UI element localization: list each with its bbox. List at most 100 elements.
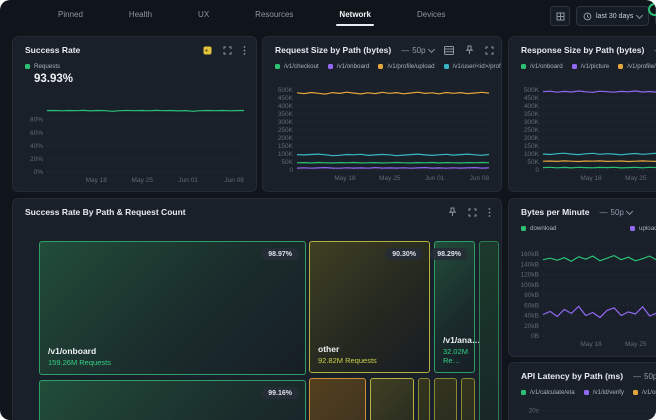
panel-api-latency: API Latency by Path (ms) — 50p /v1/calcu… [508,362,656,420]
treemap-cell[interactable]: 90.30%other92.82M Requests [309,241,430,373]
panel-title: Response Size by Path (bytes) [521,45,644,55]
tab-ux[interactable]: UX [198,0,209,30]
svg-text:350K: 350K [278,111,294,118]
svg-text:80kB: 80kB [524,292,539,299]
success-rate-badge: 98.97% [261,248,299,260]
time-range-label: last 30 days [596,13,633,20]
percentile-dropdown[interactable]: — 50p [600,208,632,217]
time-range-dropdown[interactable]: last 30 days [576,6,649,26]
table-icon[interactable] [444,46,454,55]
legend-label: /v1/picture [581,63,610,70]
chart-series [47,110,244,111]
kebab-menu-icon[interactable] [243,46,246,55]
chart-series [543,404,656,420]
svg-text:100kB: 100kB [521,282,539,289]
pin-icon[interactable] [465,45,474,55]
legend-item[interactable]: /v1/user/<id>/profile [444,63,501,70]
svg-text:450K: 450K [278,95,294,102]
treemap-cell[interactable] [461,378,475,420]
legend-item[interactable]: upload [630,225,656,232]
svg-text:60%: 60% [30,130,43,137]
legend-item[interactable]: /v1/id/verify [584,389,624,396]
chart-series [543,91,656,92]
legend-item[interactable]: /v1/checkout [275,63,319,70]
legend-item[interactable]: /v1/profile/upload [618,63,656,70]
legend-item[interactable]: Requests [25,63,60,70]
chart-series [297,163,489,164]
success-rate-chart: 0%20%40%60%80%May 18May 25Jun 01Jun 08 [17,99,252,185]
percentile-dash: — [401,46,409,55]
svg-text:May 18: May 18 [86,177,108,184]
svg-text:May 25: May 25 [379,175,401,182]
svg-text:60kB: 60kB [524,302,539,309]
treemap-cell[interactable] [434,378,457,420]
svg-text:20s: 20s [529,407,540,414]
chart-legend: download upload [509,217,656,232]
pin-icon[interactable] [448,207,457,217]
treemap-cell[interactable]: 99.16% [39,380,306,420]
chart-canvas: 0B20kB40kB60kB80kB100kB120kB140kB160kBMa… [513,245,656,349]
svg-text:350K: 350K [524,111,540,118]
treemap-cell[interactable]: 98.29%/v1/ana…32.02M Re… [434,241,475,373]
legend-label: /v1/onboard [337,63,370,70]
chart-series [543,153,656,155]
tab-resources[interactable]: Resources [255,0,293,30]
treemap-cell[interactable] [479,241,499,420]
clock-icon [583,12,592,21]
chart-canvas: 050K100K150K200K250K300K350K400K450K500K… [267,83,497,183]
chart-series [543,256,656,262]
panel-title: API Latency by Path (ms) [521,371,623,381]
svg-text:May 25: May 25 [625,341,647,348]
expand-icon[interactable] [468,208,477,217]
treemap-cell[interactable] [418,378,430,420]
legend-item[interactable]: /v1/onboard [521,63,563,70]
dashboard: Pinned Health UX Resources Network Devic… [0,0,656,420]
tab-pinned[interactable]: Pinned [58,0,83,30]
widget-badge-icon[interactable] [203,46,212,55]
success-rate-value: 93.93% [13,70,256,85]
request-size-chart: 050K100K150K200K250K300K350K400K450K500K… [267,83,497,183]
svg-text:140kB: 140kB [521,261,539,268]
legend-item[interactable]: download [521,225,621,232]
svg-text:20%: 20% [30,156,43,163]
panel-title: Request Size by Path (bytes) [275,45,391,55]
panel-success-rate: Success Rate Requests 93.93% 0%20%40%60%… [12,36,257,192]
treemap-cell-path: /v1/ana… [443,335,480,345]
svg-text:200K: 200K [524,135,540,142]
chart-series [297,92,489,94]
legend-item[interactable]: /v1/onboard [328,63,370,70]
legend-item[interactable]: /v1/profile/upload [378,63,434,70]
chevron-down-icon [636,11,643,18]
legend-label: /v1/calculate/eta [530,389,575,396]
svg-text:300K: 300K [278,119,294,126]
svg-text:200K: 200K [278,135,294,142]
svg-text:Jun 01: Jun 01 [425,175,445,182]
api-latency-chart: 0s5s10s15s20sMay 18May 25Jun 01Jun 08 [513,397,656,420]
svg-text:May 25: May 25 [625,175,647,182]
percentile-dropdown[interactable]: — 50p [633,372,656,381]
svg-text:80%: 80% [30,117,43,124]
treemap-cell-requests: 159.26M Requests [48,358,111,367]
success-rate-badge: 99.16% [261,387,299,399]
tab-network[interactable]: Network [339,0,371,30]
legend-item[interactable]: /v1/onboard [633,389,656,396]
percentile-dropdown[interactable]: — 50p [401,46,433,55]
tab-devices[interactable]: Devices [417,0,445,30]
kebab-menu-icon[interactable] [488,208,491,217]
legend-swatch-icon [378,64,383,69]
legend-label: download [530,225,557,232]
treemap-cell-requests: 92.82M Requests [318,356,377,365]
legend-item[interactable]: /v1/calculate/eta [521,389,575,396]
svg-text:0%: 0% [34,169,44,176]
svg-text:160kB: 160kB [521,251,539,258]
expand-icon[interactable] [223,46,232,55]
legend-label: /v1/profile/upload [627,63,656,70]
apps-grid-button[interactable] [550,6,570,26]
treemap-cell[interactable]: /v1/notifi… [370,378,414,420]
svg-text:500K: 500K [278,87,294,94]
tab-health[interactable]: Health [129,0,152,30]
legend-item[interactable]: /v1/picture [572,63,610,70]
expand-icon[interactable] [485,46,494,55]
treemap-cell[interactable]: 98.97%/v1/onboard159.26M Requests [39,241,306,375]
treemap-cell[interactable]: /v1/picture [309,378,366,420]
